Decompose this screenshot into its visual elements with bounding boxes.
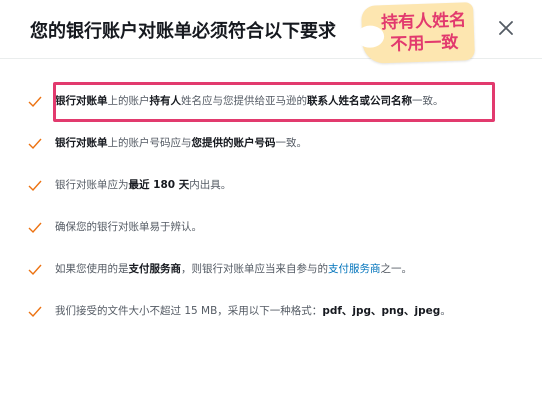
text-plain: 如果您使用的是 — [55, 263, 129, 275]
requirement-item: 银行对账单上的账户号码应与您提供的账户号码一致。 — [0, 132, 542, 156]
requirement-item: 确保您的银行对账单易于辨认。 — [0, 216, 542, 240]
text-bold: 支付服务商 — [128, 263, 182, 275]
check-icon — [28, 96, 42, 108]
check-icon — [28, 138, 42, 150]
text-bold: 银行对账单 — [55, 137, 108, 149]
highlight-box — [53, 82, 495, 122]
text-plain: 。 — [440, 305, 451, 317]
text-plain: 之一。 — [380, 263, 413, 275]
requirement-text: 确保您的银行对账单易于辨认。 — [55, 219, 202, 234]
text-bold: 最近 180 天 — [128, 179, 190, 191]
requirement-item: 银行对账单应为最近 180 天内出具。 — [0, 174, 542, 198]
sticker-line-2: 不用一致 — [390, 32, 459, 55]
text-plain: 内出具。 — [189, 179, 232, 191]
text-plain: 上的账户号码应与 — [107, 137, 192, 149]
text-bold: 您提供的账户号码 — [191, 137, 276, 149]
dialog-title: 您的银行账户对账单必须符合以下要求 — [30, 21, 336, 42]
annotation-sticker: 持有人姓名 不用一致 — [355, 2, 475, 64]
check-icon — [28, 222, 42, 234]
text-plain: 确保您的银行对账单易于辨认。 — [55, 221, 202, 233]
requirement-text: 如果您使用的是支付服务商，则银行对账单应当来自参与的支付服务商之一。 — [55, 261, 412, 276]
dialog-header: 您的银行账户对账单必须符合以下要求 持有人姓名 不用一致 — [0, 0, 542, 64]
requirement-text: 银行对账单应为最近 180 天内出具。 — [55, 177, 231, 192]
requirement-text: 我们接受的文件大小不超过 15 MB，采用以下一种格式：pdf、jpg、png、… — [55, 303, 451, 318]
text-plain: 我们接受的文件大小不超过 15 MB，采用以下一种格式： — [55, 305, 323, 317]
text-plain: 一致。 — [275, 137, 308, 149]
requirement-text: 银行对账单上的账户号码应与您提供的账户号码一致。 — [55, 135, 307, 150]
text-plain: 银行对账单应为 — [55, 179, 129, 191]
text-bold: pdf、jpg、png、jpeg — [322, 305, 441, 317]
text-plain: ，则银行对账单应当来自参与的 — [181, 263, 328, 275]
requirement-item: 如果您使用的是支付服务商，则银行对账单应当来自参与的支付服务商之一。 — [0, 258, 542, 282]
requirement-item: 我们接受的文件大小不超过 15 MB，采用以下一种格式：pdf、jpg、png、… — [0, 300, 542, 324]
check-icon — [28, 180, 42, 192]
payment-provider-link[interactable]: 支付服务商 — [328, 263, 381, 275]
check-icon — [28, 306, 42, 318]
check-icon — [28, 264, 42, 276]
close-icon[interactable] — [494, 16, 518, 40]
